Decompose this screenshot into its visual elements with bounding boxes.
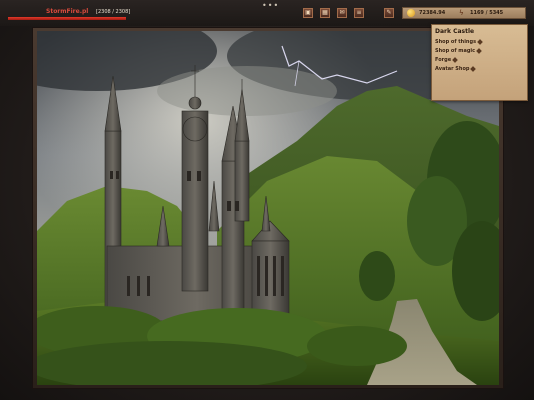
lightning-icon: ϟ [459,9,464,17]
player-name[interactable]: StormFire.pl [46,8,88,15]
location-link-shop-of-things[interactable]: Shop of things [435,38,483,45]
locations-menu: Dark Castle Shop of things Shop of magic… [431,24,528,101]
edit-button[interactable]: ✎ [384,8,394,18]
location-scene-dark-castle [37,31,499,385]
energy-amount: 1169 / 5345 [470,10,504,16]
stats-button[interactable]: ▦ [320,8,330,18]
coin-icon [407,9,415,17]
location-link-label: Shop of magic [435,48,476,54]
pencil-icon: ✎ [386,9,392,16]
location-link-forge[interactable]: Forge [435,56,458,63]
location-link-avatar-shop[interactable]: Avatar Shop [435,65,477,72]
diamond-icon [452,56,458,63]
menu-dots-icon[interactable]: ••• [262,1,279,10]
game-screen: StormFire.pl [2308 / 2308] ••• ▣ ▦ ✉ ≡ ✎… [0,0,534,400]
location-link-label: Forge [435,57,452,63]
quests-button[interactable]: ≡ [354,8,364,18]
health-bar-fill [8,17,126,20]
player-hp-text: [2308 / 2308] [96,9,131,15]
location-link-label: Avatar Shop [435,66,470,72]
scroll-icon: ≡ [356,9,362,16]
location-link-label: Shop of things [435,39,477,45]
diamond-icon [476,47,482,54]
resources-panel: 72384.94 ϟ 1169 / 5345 [402,7,526,19]
gold-amount: 72384.94 [419,10,446,16]
dark-castle-illustration [37,31,499,385]
mail-button[interactable]: ✉ [337,8,347,18]
bag-icon: ▣ [305,9,311,16]
top-bar: StormFire.pl [2308 / 2308] ••• ▣ ▦ ✉ ≡ ✎… [0,0,534,26]
envelope-icon: ✉ [339,9,345,16]
health-bar [8,17,126,20]
diamond-icon [477,38,483,45]
chart-icon: ▦ [322,9,328,16]
inventory-button[interactable]: ▣ [303,8,313,18]
location-title: Dark Castle [435,28,475,35]
location-link-shop-of-magic[interactable]: Shop of magic [435,47,482,54]
diamond-icon [470,65,477,72]
